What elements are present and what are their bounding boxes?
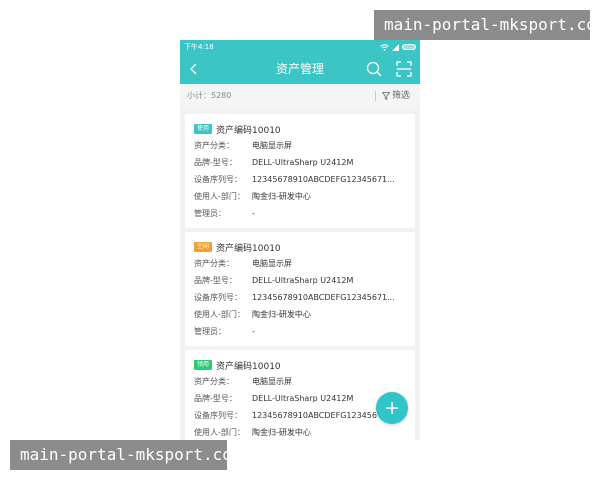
field-label: 设备序列号： (194, 411, 242, 420)
field-value: DELL-UltraSharp U2412M (252, 276, 354, 285)
asset-card[interactable]: 空闲 资产编码10010 资产分类： 电脑显示屏 品牌-型号： DELL-Ultra… (185, 232, 415, 346)
field-label: 设备序列号： (194, 293, 242, 302)
search-button[interactable] (365, 60, 383, 78)
field-value: DELL-UltraSharp U2412M (252, 158, 354, 167)
card-header: 使用 资产编码10010 (194, 122, 281, 136)
row-serial: 设备序列号： 12345678910ABCDEFG12345671... (194, 172, 395, 188)
total-count: 小计：5280 (187, 91, 232, 100)
asset-code: 资产编码10010 (216, 243, 281, 254)
field-value: 电脑显示屏 (252, 141, 292, 150)
plus-icon (386, 402, 398, 414)
field-label: 管理员： (194, 327, 226, 336)
field-value: - (252, 209, 255, 218)
row-admin: 管理员： - (194, 206, 255, 222)
field-value: 12345678910ABCDEFG123456 (252, 411, 377, 420)
wifi-icon (380, 43, 389, 51)
asset-code: 资产编码10010 (216, 125, 281, 136)
signal-icon (392, 43, 399, 51)
field-value: 12345678910ABCDEFG12345671... (252, 293, 395, 302)
row-user-dept: 使用人-部门： 陶金归-研发中心 (194, 189, 311, 205)
status-badge: 使用 (194, 124, 213, 134)
field-value: 陶金归-研发中心 (252, 428, 311, 437)
search-icon (366, 61, 382, 77)
row-brand-model: 品牌-型号： DELL-UltraSharp U2412M (194, 273, 353, 289)
watermark-top: main-portal-mksport.com (374, 10, 600, 40)
asset-card[interactable]: 使用 资产编码10010 资产分类： 电脑显示屏 品牌-型号： DELL-Ultra… (185, 114, 415, 228)
page-title: 资产管理 (275, 62, 324, 76)
field-value: DELL-UltraSharp U2412M (252, 394, 354, 403)
filter-icon (381, 92, 390, 100)
row-serial: 设备序列号： 12345678910ABCDEFG12345671... (194, 290, 395, 306)
row-category: 资产分类： 电脑显示屏 (194, 138, 292, 154)
row-serial: 设备序列号： 12345678910ABCDEFG123456 (194, 408, 377, 424)
summary-bar: 小计：5280 筛选 (180, 84, 420, 108)
card-header: 领用 资产编码10010 (194, 358, 281, 372)
status-icons (380, 40, 416, 54)
field-value: 陶金归-研发中心 (252, 192, 311, 201)
field-value: 陶金归-研发中心 (252, 310, 311, 319)
status-bar: 下午4:18 (180, 40, 420, 54)
status-badge: 领用 (194, 360, 213, 370)
row-user-dept: 使用人-部门： 陶金归-研发中心 (194, 425, 311, 440)
field-label: 品牌-型号： (194, 394, 237, 403)
field-label: 品牌-型号： (194, 276, 237, 285)
field-label: 资产分类： (194, 259, 234, 268)
field-label: 使用人-部门： (194, 192, 245, 201)
watermark-bottom: main-portal-mksport.com (10, 440, 242, 470)
row-admin: 管理员： - (194, 324, 255, 340)
row-category: 资产分类： 电脑显示屏 (194, 374, 292, 390)
field-value: 电脑显示屏 (252, 259, 292, 268)
filter-button[interactable]: 筛选 (374, 84, 410, 108)
add-asset-button[interactable] (376, 392, 408, 424)
scan-button[interactable] (395, 60, 413, 78)
field-label: 使用人-部门： (194, 428, 245, 437)
asset-code: 资产编码10010 (216, 361, 281, 372)
field-label: 设备序列号： (194, 175, 242, 184)
battery-icon (402, 44, 416, 50)
row-user-dept: 使用人-部门： 陶金归-研发中心 (194, 307, 311, 323)
field-label: 品牌-型号： (194, 158, 237, 167)
field-label: 资产分类： (194, 141, 234, 150)
status-badge: 空闲 (194, 242, 213, 252)
field-label: 管理员： (194, 209, 226, 218)
scan-icon (396, 61, 412, 77)
field-value: - (252, 327, 255, 336)
filter-label: 筛选 (391, 91, 410, 101)
phone-screen: 下午4:18 资产管理 小计：5280 筛选 使用 资产编码10010 资产分类… (180, 40, 420, 440)
status-time: 下午4:18 (184, 43, 214, 51)
field-value: 电脑显示屏 (252, 377, 292, 386)
card-header: 空闲 资产编码10010 (194, 240, 281, 254)
filter-divider (374, 91, 376, 101)
field-label: 资产分类： (194, 377, 234, 386)
field-label: 使用人-部门： (194, 310, 245, 319)
row-brand-model: 品牌-型号： DELL-UltraSharp U2412M (194, 155, 353, 171)
nav-bar: 资产管理 (180, 54, 420, 84)
row-brand-model: 品牌-型号： DELL-UltraSharp U2412M (194, 391, 353, 407)
field-value: 12345678910ABCDEFG12345671... (252, 175, 395, 184)
row-category: 资产分类： 电脑显示屏 (194, 256, 292, 272)
